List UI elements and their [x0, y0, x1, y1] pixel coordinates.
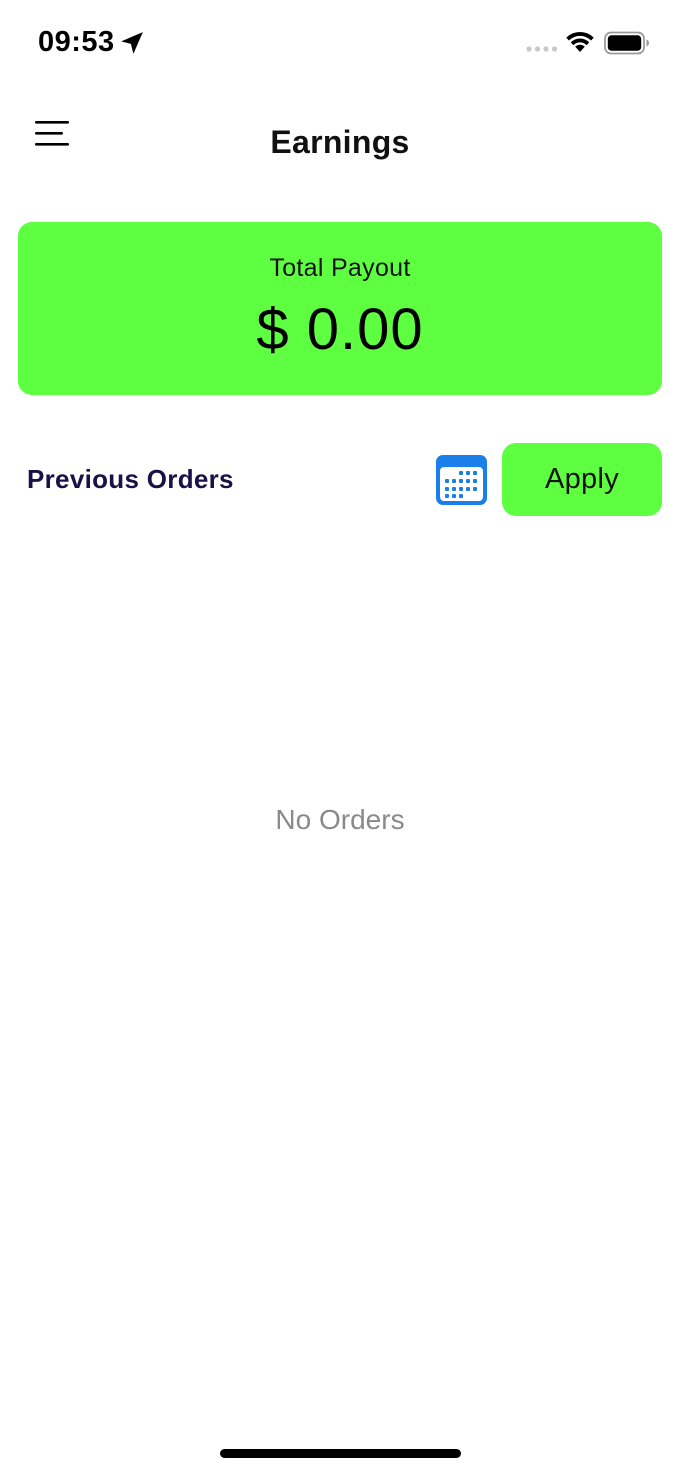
- cellular-signal-icon: [526, 46, 558, 52]
- previous-orders-heading: Previous Orders: [27, 464, 234, 494]
- no-orders-message: No Orders: [275, 804, 405, 835]
- wifi-icon: [566, 31, 594, 52]
- apply-button[interactable]: Apply: [502, 443, 662, 516]
- location-arrow-icon: [121, 32, 143, 54]
- total-payout-amount: $ 0.00: [256, 297, 424, 362]
- battery-icon: [604, 31, 649, 55]
- status-time: 09:53: [38, 26, 115, 58]
- home-indicator[interactable]: [220, 1449, 461, 1458]
- status-bar: 09:53: [0, 0, 680, 90]
- earnings-screen: 09:53 Earnings Total Payout $ 0.00 Previ…: [0, 0, 680, 1472]
- total-payout-label: Total Payout: [269, 254, 411, 282]
- calendar-icon: [436, 455, 487, 505]
- page-title: Earnings: [270, 124, 410, 160]
- date-picker-button[interactable]: [435, 454, 488, 506]
- total-payout-card: Total Payout $ 0.00: [18, 222, 662, 395]
